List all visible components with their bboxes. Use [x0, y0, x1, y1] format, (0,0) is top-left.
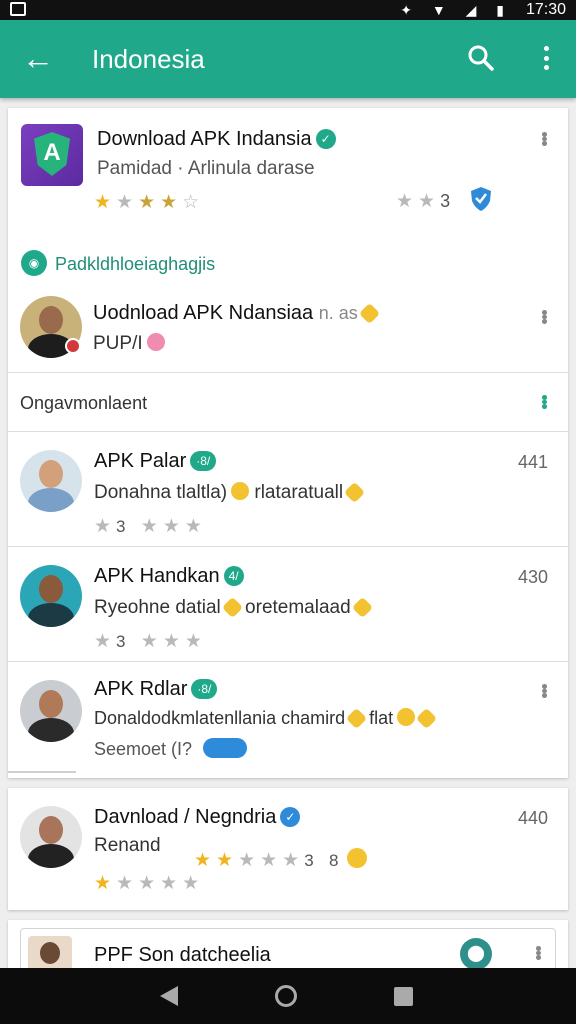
more-vert-icon[interactable]: [537, 391, 551, 413]
emoji-icon: [346, 707, 368, 730]
status-time: 17:30: [525, 1, 566, 18]
rating-stars: ★★★★☆: [94, 192, 205, 213]
item-name: APK Rdlar ·8/: [94, 678, 218, 701]
emoji-icon: [347, 848, 368, 868]
app-publisher: Pamidad · Arlinula darase: [97, 158, 315, 179]
item-subtitle: PUP/I: [93, 333, 165, 355]
app-logo-icon: A: [21, 124, 83, 186]
more-vert-icon[interactable]: [537, 306, 551, 328]
emoji-icon: [221, 596, 243, 619]
featured-app-row[interactable]: A Download APK Indansia ✓ Pamidad · Arlin…: [8, 108, 568, 238]
item-name: Davnload / Negndria ✓: [94, 806, 301, 829]
item-count: 440: [518, 808, 549, 828]
verified-badge-icon: ·8/: [190, 451, 217, 471]
item-subtitle: Ryeohne datial oretemalaad: [94, 596, 373, 619]
item-subtitle: Donahna tlaltla) rlataratuall: [94, 481, 366, 504]
emoji-icon: [358, 302, 380, 325]
item-name: APK Handkan 4/: [94, 565, 244, 588]
status-icons: ✦ ▼ ◢ ▮: [400, 2, 512, 18]
emoji-icon: [416, 707, 438, 730]
section-header[interactable]: Ongavmonlaent: [8, 373, 568, 431]
emoji-icon: [343, 481, 366, 504]
more-vert-icon[interactable]: [537, 680, 551, 702]
avatar: [20, 565, 82, 627]
more-vert-icon[interactable]: [531, 942, 545, 964]
notification-icon: [10, 2, 26, 16]
item-subtitle: Donaldodkmlatenllania chamird flat: [94, 707, 438, 730]
link-badge-icon: [203, 738, 248, 758]
nav-recents-icon[interactable]: [394, 987, 413, 1006]
nav-home-icon[interactable]: [275, 985, 297, 1007]
shield-icon: [471, 187, 491, 211]
system-nav-bar: [0, 968, 576, 1024]
rating-summary: ★★3: [396, 191, 451, 212]
status-bar: ✦ ▼ ◢ ▮ 17:30: [0, 0, 576, 20]
list-item[interactable]: Uodnload APK Ndansiaa n. as PUP/I: [8, 288, 568, 372]
divider: [8, 771, 76, 773]
item-name: Uodnload APK Ndansiaa n. as: [93, 302, 380, 325]
item-meta: Seemoet (I?: [94, 738, 248, 760]
avatar: [20, 806, 82, 868]
rating-summary: ★★★★★3 8: [194, 848, 368, 872]
item-count: 441: [518, 452, 549, 472]
list-item[interactable]: APK Handkan 4/ 430 Ryeohne datial oretema…: [8, 547, 568, 661]
verified-badge-icon: ✓: [315, 129, 336, 149]
list-item[interactable]: APK Rdlar ·8/ Donaldodkmlatenllania chami…: [8, 662, 568, 776]
app-name: Download APK Indansia ✓: [97, 128, 336, 151]
verified-badge-icon: 4/: [223, 566, 244, 586]
emoji-icon: [146, 333, 165, 351]
rating-stars: ★3 ★★★: [94, 631, 207, 652]
status-badge: [65, 338, 81, 354]
app-bar: ← Indonesia: [0, 20, 576, 98]
more-vert-icon[interactable]: [536, 42, 556, 74]
section-label: Ongavmonlaent: [20, 393, 148, 413]
item-name: PPF Son datcheelia: [94, 944, 271, 966]
more-vert-icon[interactable]: [537, 128, 551, 150]
item-count: 430: [518, 567, 549, 587]
rating-stars: ★3 ★★★: [94, 516, 207, 537]
list-item[interactable]: APK Palar ·8/ 441 Donahna tlaltla) rlatar…: [8, 432, 568, 546]
emoji-icon: [397, 708, 416, 726]
rating-stars: ★★★★★: [94, 873, 205, 894]
verified-badge-icon: ·8/: [191, 679, 218, 699]
share-icon[interactable]: ⬤: [460, 938, 492, 970]
emoji-icon: [351, 596, 373, 619]
page-title: Indonesia: [92, 44, 205, 74]
section-label: Padkldhloeiaghagjis: [55, 254, 216, 274]
item-name: APK Palar ·8/: [94, 450, 217, 473]
chat-icon: ◉: [21, 250, 47, 276]
result-card[interactable]: Davnload / Negndria ✓ 440 Renand ★★★★★3 8…: [8, 788, 568, 910]
emoji-icon: [231, 482, 250, 500]
verified-badge-icon: ✓: [280, 807, 301, 827]
results-card: A Download APK Indansia ✓ Pamidad · Arlin…: [8, 108, 568, 778]
search-icon[interactable]: [464, 41, 498, 75]
nav-back-icon[interactable]: [160, 986, 178, 1006]
avatar: [20, 680, 82, 742]
avatar: [20, 450, 82, 512]
item-subtitle: Renand: [94, 835, 161, 856]
back-arrow-icon[interactable]: ←: [22, 40, 54, 76]
